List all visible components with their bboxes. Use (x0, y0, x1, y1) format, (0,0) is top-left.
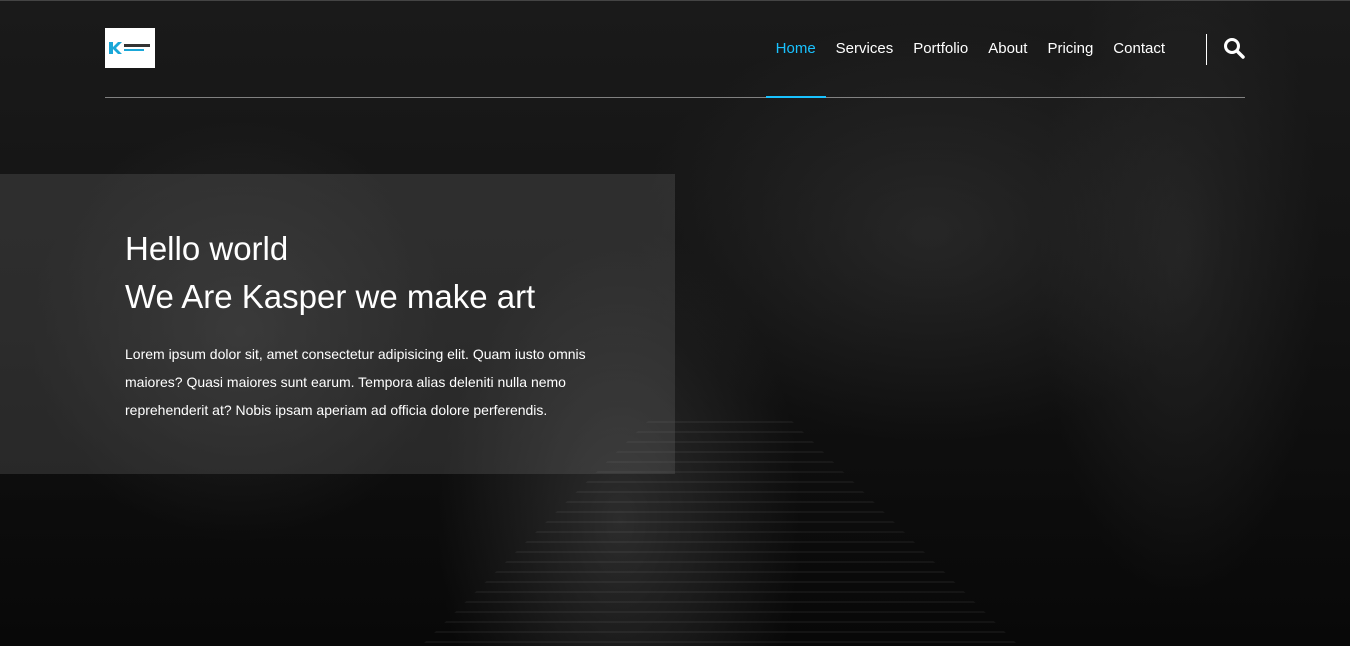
nav-about[interactable]: About (988, 38, 1027, 60)
nav-home[interactable]: Home (765, 38, 826, 98)
logo[interactable] (105, 28, 155, 68)
hero-title-line-2: We Are Kasper we make art (125, 278, 536, 315)
main-nav: Home Services Portfolio About Pricing Co… (765, 38, 1165, 98)
nav-pricing[interactable]: Pricing (1047, 38, 1093, 60)
nav-contact[interactable]: Contact (1113, 38, 1165, 60)
nav-portfolio[interactable]: Portfolio (913, 38, 968, 60)
nav-divider (1206, 34, 1207, 65)
hero-title-line-1: Hello world (125, 230, 289, 267)
nav-services[interactable]: Services (836, 38, 894, 60)
search-icon[interactable] (1223, 37, 1245, 59)
hero-text-panel (0, 174, 675, 474)
site-header: Home Services Portfolio About Pricing Co… (105, 0, 1245, 98)
logo-image (109, 42, 150, 54)
hero-description: Lorem ipsum dolor sit, amet consectetur … (125, 346, 586, 418)
